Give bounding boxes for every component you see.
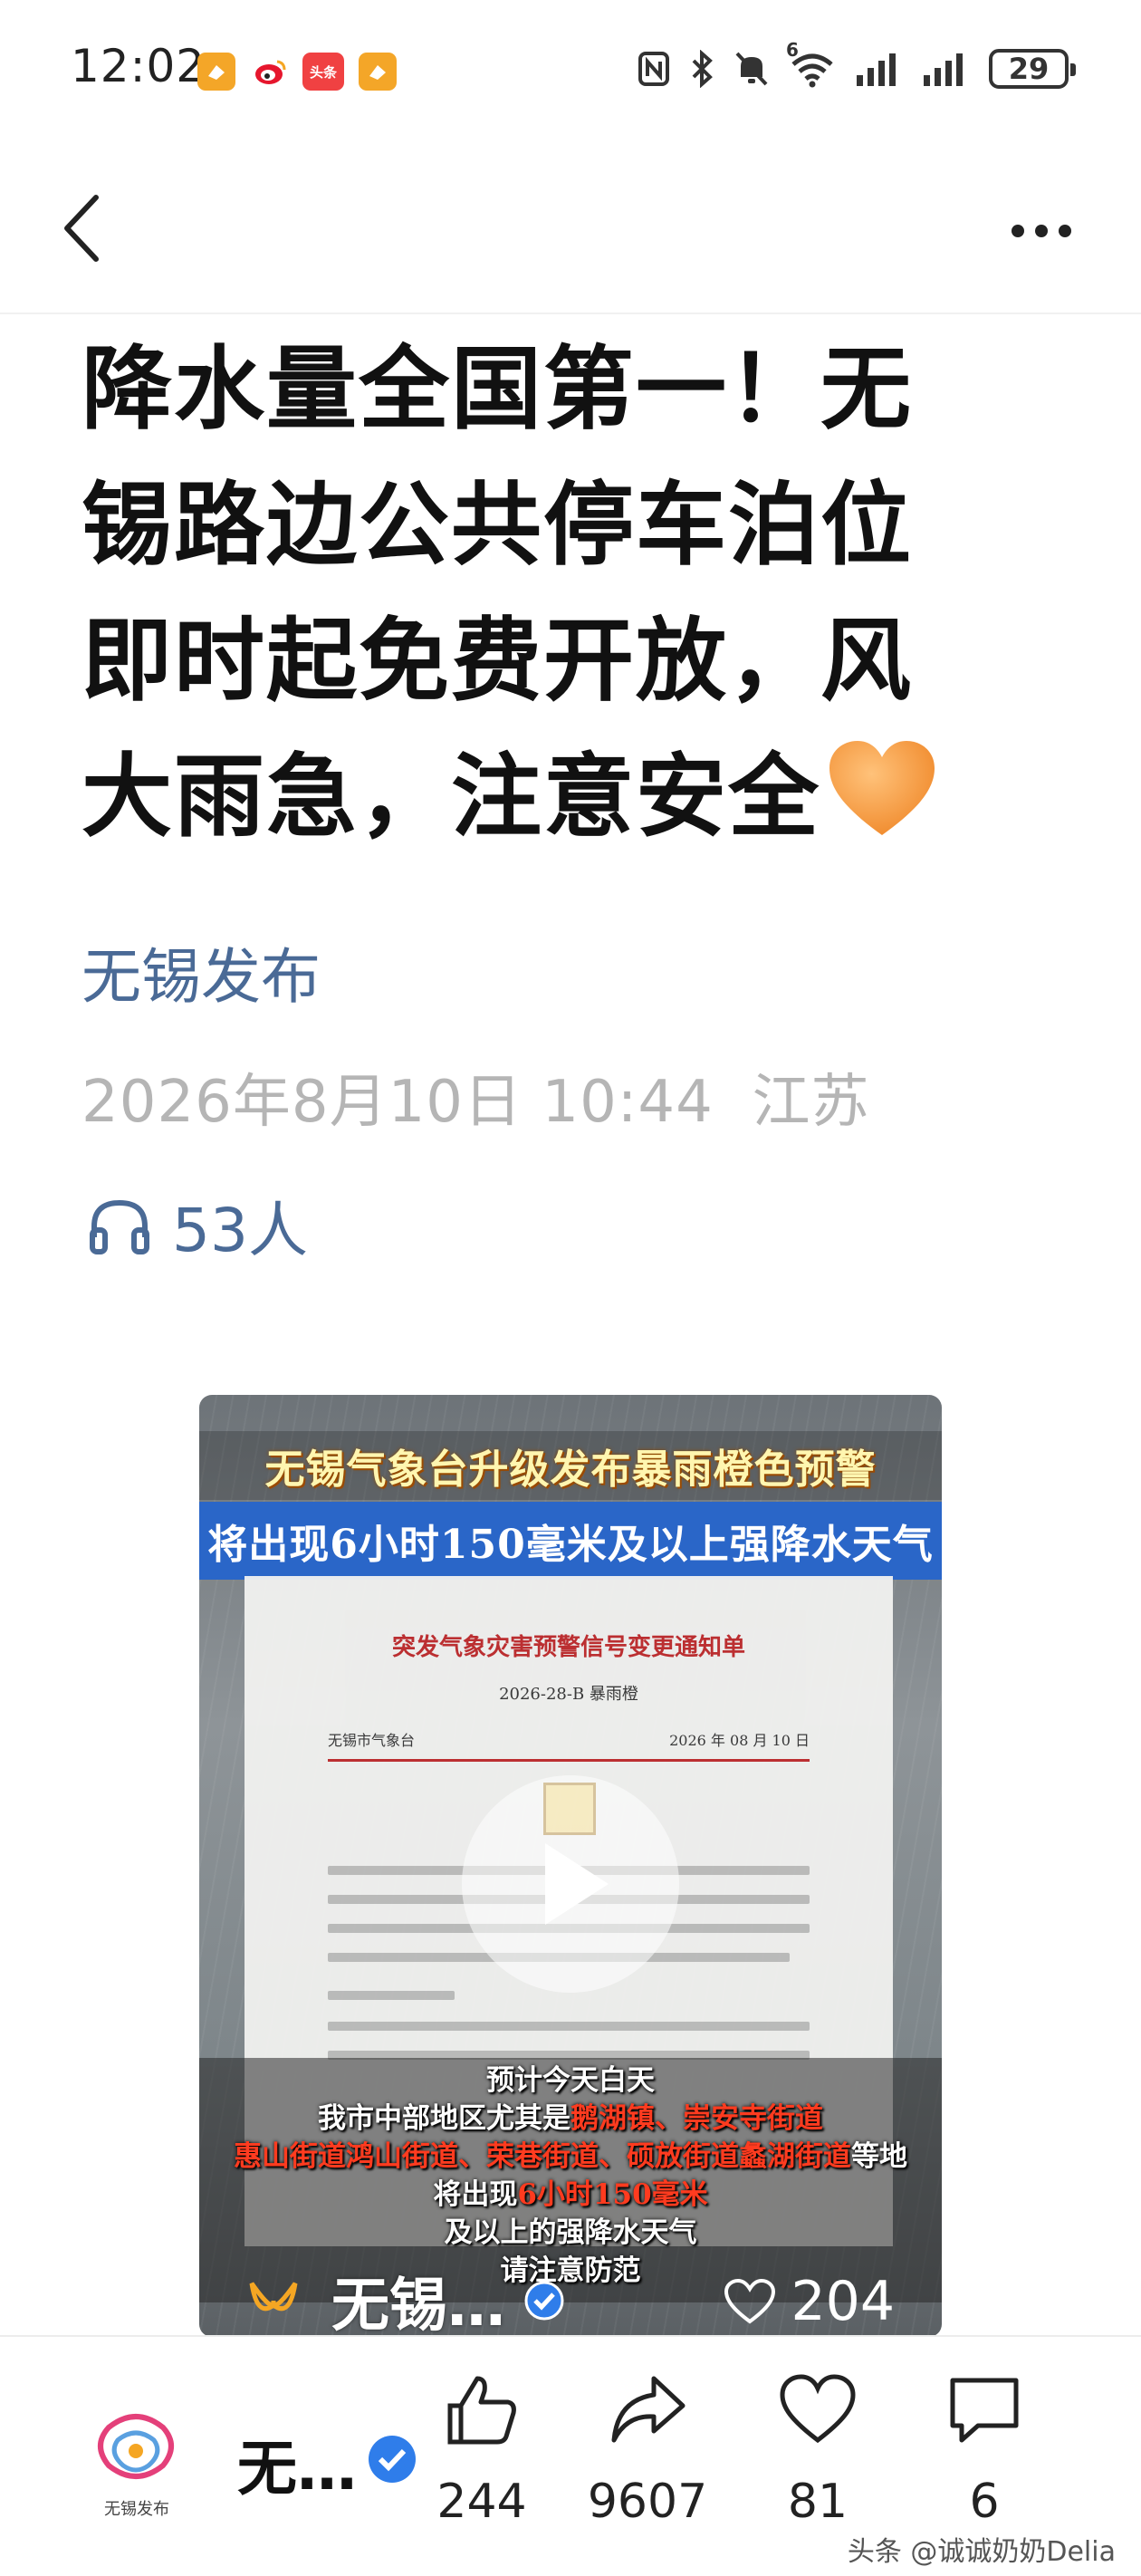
caption-text: 将出现	[433, 2178, 518, 2211]
video-banner-title: 无锡气象台升级发布暴雨橙色预警	[199, 1431, 942, 1500]
system-icons: 6 29	[638, 39, 1076, 94]
article-headline: 降水量全国第一！无 锡路边公共停车泊位 即时起免费开放，风 大雨急，注意安全	[82, 322, 1087, 865]
listener-count: 53人	[172, 1196, 308, 1265]
toutiao-icon: 头条	[302, 53, 344, 91]
comment-button[interactable]: 6	[916, 2373, 1052, 2529]
doc-rule	[328, 1759, 810, 1762]
verified-icon	[369, 2436, 416, 2483]
watermark: 头条 @诚诚奶奶Delia	[847, 2536, 1116, 2568]
caption-line: 及以上的强降水天气	[444, 2216, 697, 2249]
author-link[interactable]: 无锡发布	[82, 928, 321, 1015]
orange-app-icon	[359, 53, 397, 91]
account-avatar[interactable]: 无锡发布	[91, 2409, 181, 2519]
bluetooth-icon	[692, 50, 713, 88]
signal-icon	[857, 53, 896, 86]
caption-line: 惠山街道鸿山街道、荣巷街道、硕放街道蠡湖街道等地	[199, 2138, 942, 2176]
comment-icon	[950, 2378, 1019, 2443]
headline-line: 降水量全国第一！无	[82, 336, 913, 442]
video-footer: 无锡… 204	[199, 2264, 942, 2337]
doc-date: 2026 年 08 月 10 日	[669, 1732, 810, 1749]
status-time: 12:02	[71, 40, 206, 92]
more-icon	[1012, 225, 1024, 237]
caption-highlight: 惠山街道鸿山街道、荣巷街道、硕放街道蠡湖街道	[234, 2140, 851, 2173]
caption-line: 我市中部地区尤其是鹅湖镇、崇安寺街道	[199, 2100, 942, 2138]
headline-line-text: 大雨急，注意安全	[82, 744, 820, 850]
doc-text-line	[328, 1991, 455, 2000]
signal-icon	[924, 53, 963, 86]
wuxi-fabu-logo-icon	[98, 2414, 174, 2479]
headphones-icon	[90, 1199, 149, 1254]
back-button[interactable]	[51, 183, 114, 274]
doc-number: 2026-28-B 暴雨橙	[499, 1685, 638, 1704]
share-button[interactable]: 9607	[580, 2373, 715, 2529]
doc-text-line	[328, 2022, 810, 2031]
mute-icon	[735, 52, 768, 86]
listen-button[interactable]: 53人	[87, 1182, 308, 1269]
headline-line: 锡路边公共停车泊位	[82, 472, 913, 578]
back-arrow-icon	[64, 195, 99, 262]
heart-outline-icon	[780, 2374, 856, 2444]
video-like-count: 204	[791, 2270, 895, 2333]
account-logo-text: 无锡发布	[104, 2500, 169, 2519]
top-nav	[0, 163, 1141, 299]
status-bar: 12:02 头条 6 29	[0, 0, 1141, 136]
bottom-action-bar: 无锡发布 无… 244 9607 81 6 头条 @诚诚奶奶Delia	[0, 2337, 1141, 2576]
thumbs-up-button[interactable]: 244	[414, 2373, 550, 2529]
account-name[interactable]: 无…	[237, 2420, 357, 2507]
favorite-button[interactable]: 81	[750, 2373, 886, 2529]
doc-title: 突发气象灾害预警信号变更通知单	[391, 1634, 745, 1661]
video-caption: 预计今天白天 我市中部地区尤其是鹅湖镇、崇安寺街道 惠山街道鸿山街道、荣巷街道、…	[199, 2062, 942, 2290]
video-banner-subtitle: 将出现6小时150毫米及以上强降水天气	[199, 1502, 942, 1580]
video-like-button[interactable]: 204	[724, 2270, 895, 2333]
weibo-icon	[252, 53, 290, 91]
play-icon	[545, 1843, 609, 1925]
caption-line: 预计今天白天	[486, 2064, 655, 2097]
headline-line: 大雨急，注意安全	[82, 729, 1087, 865]
doc-issuer: 无锡市气象台	[328, 1732, 416, 1749]
thumbs-up-icon	[447, 2376, 516, 2445]
publish-date: 2026年8月10日 10:44	[82, 1069, 714, 1136]
more-button[interactable]	[996, 199, 1087, 263]
orange-heart-icon	[829, 741, 935, 835]
play-button[interactable]	[462, 1775, 679, 1993]
share-icon	[611, 2376, 686, 2443]
nav-divider	[0, 312, 1141, 314]
video-player[interactable]: 无锡气象台升级发布暴雨橙色预警 将出现6小时150毫米及以上强降水天气 突发气象…	[199, 1395, 942, 2337]
video-app-logo-icon	[249, 2282, 298, 2312]
orange-app-icon	[197, 53, 235, 91]
publish-location: 江苏	[752, 1069, 870, 1136]
caption-highlight: 6小时150毫米	[517, 2178, 708, 2211]
wifi-label: 6	[786, 39, 799, 61]
heart-outline-icon	[724, 2278, 776, 2324]
wifi-icon: 6	[786, 39, 835, 88]
nfc-icon	[638, 52, 669, 86]
caption-text: 等地	[851, 2140, 907, 2173]
caption-highlight: 鹅湖镇、崇安寺街道	[570, 2102, 823, 2135]
battery-indicator: 29	[989, 49, 1076, 89]
article-meta: 2026年8月10日 10:44 江苏	[82, 1055, 870, 1139]
comment-count: 6	[969, 2475, 1000, 2529]
video-account-name[interactable]: 无锡…	[331, 2259, 505, 2337]
caption-text: 我市中部地区尤其是	[318, 2102, 570, 2135]
share-count: 9607	[587, 2475, 708, 2529]
caption-line: 将出现6小时150毫米	[199, 2176, 942, 2214]
thumbs-up-count: 244	[436, 2475, 527, 2529]
headline-line: 即时起免费开放，风	[82, 608, 913, 714]
verified-icon	[524, 2281, 564, 2321]
favorite-count: 81	[787, 2475, 849, 2529]
